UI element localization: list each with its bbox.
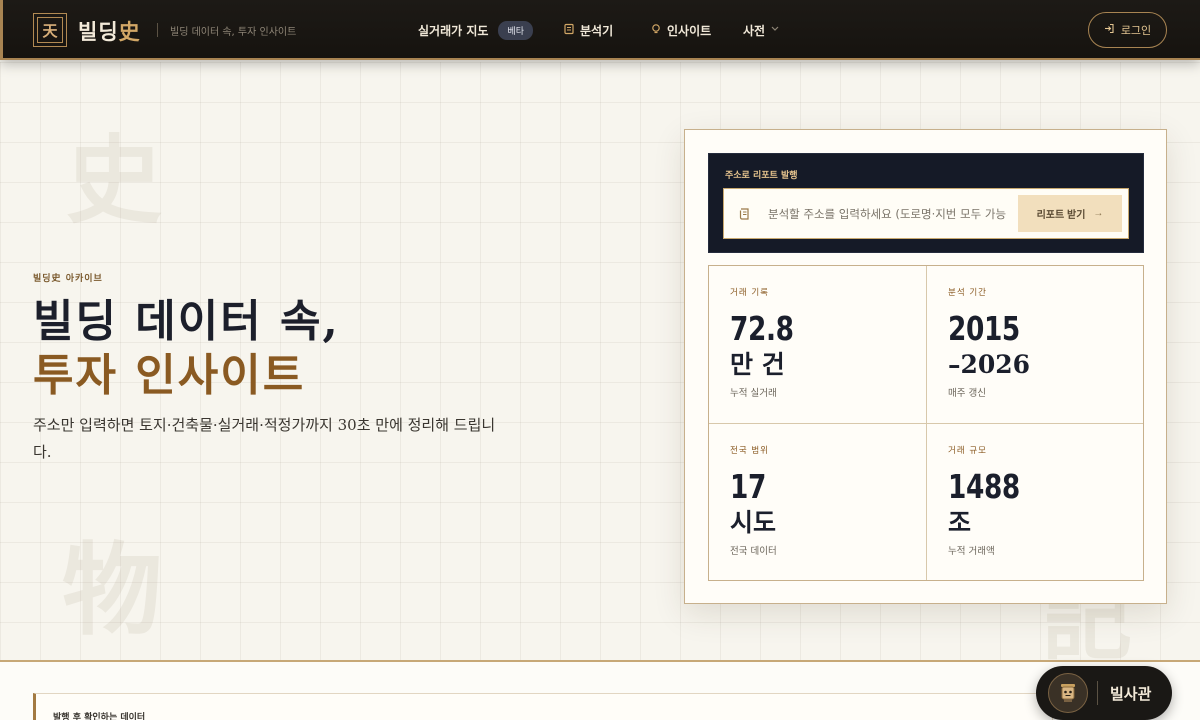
brand-hanja: 史: [118, 19, 141, 44]
stat-coverage: 전국 범위 17 시도 전국 데이터: [709, 423, 926, 580]
stat-value: 72.8: [730, 309, 794, 348]
nav-insight-label: 인사이트: [667, 23, 712, 38]
data-preview-card: 발행 후 확인하는 데이터: [33, 693, 1053, 720]
nav-map-label: 실거래가 지도: [418, 23, 489, 38]
scroll-icon: [563, 23, 575, 38]
hero-description: 주소만 입력하면 토지·건축물·실거래·적정가까지 30초 만에 정리해 드립니…: [33, 416, 496, 461]
login-icon: [1104, 23, 1115, 37]
brand-divider: [157, 23, 158, 37]
hero-title-line1: 빌딩 데이터 속,: [33, 296, 340, 347]
chevron-down-icon: [771, 25, 779, 35]
nav-dictionary-label: 사전: [743, 23, 766, 38]
stat-unit: –2026: [948, 350, 1031, 379]
get-report-button[interactable]: 리포트 받기 →: [1018, 195, 1122, 232]
stat-period: 분석 기간 2015 –2026 매주 갱신: [926, 266, 1143, 423]
stat-value: 2015: [948, 309, 1020, 348]
chat-divider: [1097, 681, 1098, 705]
stats-grid: 거래 기록 72.8 만 건 누적 실거래 분석 기간 2015 –2026 매…: [708, 265, 1144, 581]
brand-name[interactable]: 빌딩史: [78, 16, 141, 46]
top-nav-bar: 天 빌딩史 빌딩 데이터 속, 투자 인사이트 실거래가 지도 베타 분석기 인…: [0, 0, 1200, 60]
data-preview-label: 발행 후 확인하는 데이터: [53, 713, 146, 720]
address-field-container: 리포트 받기 →: [723, 188, 1129, 239]
stat-value: 17: [730, 467, 766, 506]
nav-item-map[interactable]: 실거래가 지도 베타: [418, 0, 533, 60]
login-button[interactable]: 로그인: [1088, 12, 1167, 48]
logo-icon[interactable]: 天: [33, 13, 67, 47]
address-input[interactable]: [768, 206, 1006, 221]
deco-hanja-history: 史: [66, 124, 162, 237]
stat-label: 분석 기간: [948, 288, 987, 298]
scroll-icon: [738, 207, 752, 221]
lightbulb-icon: [650, 23, 662, 38]
hero-eyebrow: 빌딩史 아카이브: [33, 274, 103, 284]
beta-badge: 베타: [498, 20, 533, 40]
nav-analyzer-label: 분석기: [580, 23, 614, 38]
report-card: 주소로 리포트 발행 리포트 받기 → 거래 기록 72.8 만 건 누적 실거…: [684, 129, 1167, 604]
stat-caption: 누적 실거래: [730, 387, 777, 399]
get-report-label: 리포트 받기: [1036, 210, 1086, 221]
stat-unit: 조: [948, 508, 972, 537]
stat-label: 거래 규모: [948, 446, 987, 456]
stat-value: 1488: [948, 467, 1020, 506]
stat-caption: 누적 거래액: [948, 545, 995, 557]
stat-unit: 시도: [730, 508, 777, 537]
stat-transactions: 거래 기록 72.8 만 건 누적 실거래: [709, 266, 926, 423]
deco-hanja-object: 物: [62, 531, 162, 649]
nav-item-analyzer[interactable]: 분석기: [563, 0, 613, 60]
logo-glyph: 天: [37, 17, 63, 43]
chat-assistant-button[interactable]: 빌사관: [1036, 666, 1172, 720]
brand-tagline: 빌딩 데이터 속, 투자 인사이트: [170, 27, 297, 38]
stat-caption: 전국 데이터: [730, 545, 777, 557]
robot-avatar-icon: [1048, 673, 1088, 713]
report-panel-label: 주소로 리포트 발행: [725, 171, 798, 181]
stat-volume: 거래 규모 1488 조 누적 거래액: [926, 423, 1143, 580]
hero-title-line2: 투자 인사이트: [33, 350, 306, 401]
nav-item-insight[interactable]: 인사이트: [650, 0, 711, 60]
report-panel: 주소로 리포트 발행 리포트 받기 →: [708, 153, 1144, 253]
chat-label: 빌사관: [1110, 684, 1152, 703]
nav-item-dictionary[interactable]: 사전: [743, 0, 779, 60]
stat-label: 전국 범위: [730, 446, 769, 456]
header-accent-bar: [0, 0, 3, 60]
brand-main: 빌딩: [78, 20, 119, 44]
stat-unit: 만 건: [730, 350, 785, 379]
stat-label: 거래 기록: [730, 288, 769, 298]
arrow-right-icon: →: [1093, 208, 1104, 219]
stat-caption: 매주 갱신: [948, 387, 986, 399]
login-label: 로그인: [1120, 25, 1152, 37]
